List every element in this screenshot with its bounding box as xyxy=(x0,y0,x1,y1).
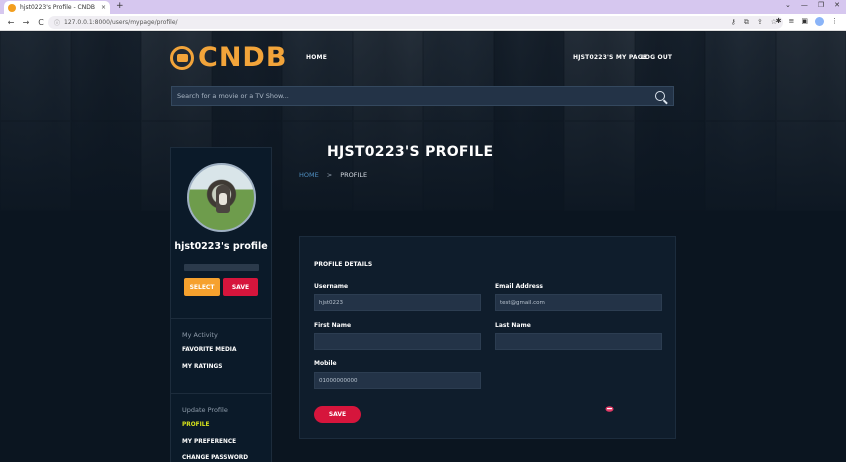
select-avatar-button[interactable]: SELECT xyxy=(184,278,220,296)
sidebar-heading-update: Update Profile xyxy=(182,406,228,414)
hero-background xyxy=(0,31,846,211)
profile-sidebar: hjst0223's profile SELECT SAVE My Activi… xyxy=(170,147,272,462)
breadcrumb-current: PROFILE xyxy=(340,171,368,179)
username-label: Username xyxy=(314,283,349,290)
last-name-label: Last Name xyxy=(495,322,531,329)
restore-icon[interactable]: ❐ xyxy=(818,1,824,9)
share-icon[interactable]: ⇪ xyxy=(757,18,763,27)
sidebar-heading-activity: My Activity xyxy=(182,331,218,339)
sidebar-item-my-preference[interactable]: MY PREFERENCE xyxy=(182,439,236,445)
close-window-icon[interactable]: ✕ xyxy=(834,1,840,9)
info-icon[interactable]: ⓘ xyxy=(54,18,60,27)
translate-icon[interactable]: ⧉ xyxy=(744,18,749,27)
mobile-label: Mobile xyxy=(314,360,337,367)
browser-tab[interactable]: hjst0223's Profile - CNDB × xyxy=(4,1,110,14)
close-tab-icon[interactable]: × xyxy=(101,4,106,11)
first-name-label: First Name xyxy=(314,322,352,329)
address-bar[interactable]: ⓘ 127.0.0.1:8000/users/mypage/profile/ ⚷… xyxy=(48,16,783,29)
sidebar-username: hjst0223's profile xyxy=(174,241,268,252)
breadcrumb-home-link[interactable]: HOME xyxy=(299,171,319,179)
sidebar-item-favorite-media[interactable]: FAVORITE MEDIA xyxy=(182,347,236,353)
sidebar-item-my-ratings[interactable]: MY RATINGS xyxy=(182,364,222,370)
search-placeholder: Search for a movie or a TV Show... xyxy=(177,92,289,100)
sidebar-divider xyxy=(171,393,271,394)
nav-home-link[interactable]: HOME xyxy=(306,54,327,61)
avatar-file-input[interactable] xyxy=(184,264,259,271)
extension-icons: ✱ ≡ ▣ ⋮ xyxy=(776,17,838,26)
key-icon[interactable]: ⚷ xyxy=(731,18,736,27)
tab-title: hjst0223's Profile - CNDB xyxy=(20,4,95,11)
site-logo[interactable]: CNDB xyxy=(170,42,287,73)
forward-icon[interactable]: → xyxy=(22,18,30,27)
browser-toolbar: ← → C ⓘ 127.0.0.1:8000/users/mypage/prof… xyxy=(0,14,846,31)
search-icon[interactable] xyxy=(655,91,665,101)
mouse-cursor-icon xyxy=(605,406,614,412)
nav-logout-link[interactable]: LOG OUT xyxy=(641,54,672,61)
logo-text: CNDB xyxy=(198,42,288,73)
card-title: PROFILE DETAILS xyxy=(314,261,373,268)
first-name-field[interactable] xyxy=(314,333,481,350)
breadcrumb: HOME > PROFILE xyxy=(299,171,367,179)
new-tab-button[interactable]: + xyxy=(116,1,124,11)
sidebar-divider xyxy=(171,318,271,319)
page-title: HJST0223'S PROFILE xyxy=(327,144,494,160)
profile-details-card: PROFILE DETAILS Username hjst0223 Email … xyxy=(299,236,676,439)
web-page: CNDB HOME HJST0223'S MY PAGE LOG OUT Sea… xyxy=(0,31,846,462)
email-label: Email Address xyxy=(495,283,544,290)
sidebar-item-profile[interactable]: PROFILE xyxy=(182,422,209,428)
search-input[interactable]: Search for a movie or a TV Show... xyxy=(171,86,674,106)
minimize-icon[interactable]: — xyxy=(801,1,808,9)
side-panel-icon[interactable]: ▣ xyxy=(801,17,808,26)
site-favicon-icon xyxy=(8,3,16,12)
browser-tab-bar: hjst0223's Profile - CNDB × + ⌄ — ❐ ✕ xyxy=(0,0,846,14)
last-name-field[interactable] xyxy=(495,333,662,350)
url-text: 127.0.0.1:8000/users/mypage/profile/ xyxy=(64,19,178,26)
save-profile-button[interactable]: SAVE xyxy=(314,406,361,423)
logo-burger-icon xyxy=(170,45,194,70)
nav-mypage-link[interactable]: HJST0223'S MY PAGE xyxy=(573,54,647,61)
save-avatar-button[interactable]: SAVE xyxy=(223,278,258,296)
username-field[interactable]: hjst0223 xyxy=(314,294,481,311)
window-controls: ⌄ — ❐ ✕ xyxy=(785,1,840,9)
omnibox-actions: ⚷ ⧉ ⇪ ☆ xyxy=(731,18,777,27)
reload-icon[interactable]: C xyxy=(37,18,45,27)
sidebar-item-change-password[interactable]: CHANGE PASSWORD xyxy=(182,455,248,461)
avatar xyxy=(187,163,256,232)
tab-search-icon[interactable]: ⌄ xyxy=(785,1,791,9)
extensions-puzzle-icon[interactable]: ✱ xyxy=(776,17,782,26)
back-icon[interactable]: ← xyxy=(7,18,15,27)
breadcrumb-separator: > xyxy=(326,171,333,179)
profile-avatar-icon[interactable] xyxy=(815,17,824,26)
email-field[interactable]: test@gmail.com xyxy=(495,294,662,311)
mobile-field[interactable]: 01000000000 xyxy=(314,372,481,389)
menu-kebab-icon[interactable]: ⋮ xyxy=(831,17,838,26)
reading-list-icon[interactable]: ≡ xyxy=(789,17,795,26)
